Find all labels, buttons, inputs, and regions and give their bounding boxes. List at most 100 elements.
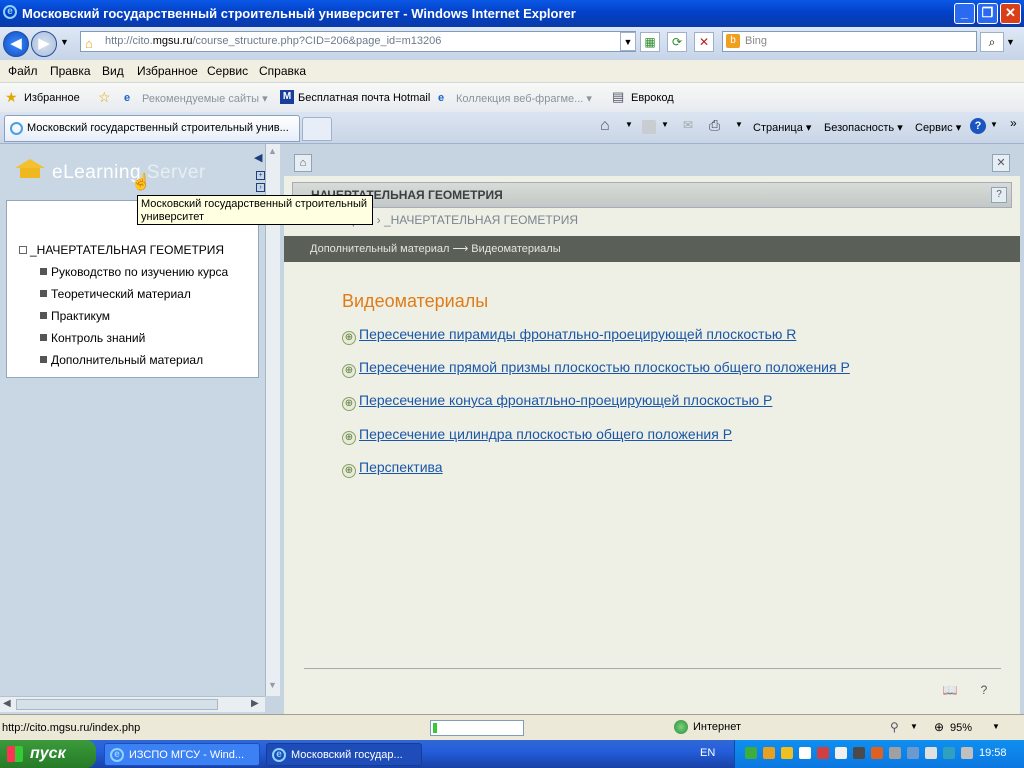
start-label: пуск	[30, 745, 66, 762]
tray-app-icon[interactable]	[763, 747, 775, 759]
video-link[interactable]: Пересечение прямой призмы плоскостью пло…	[359, 359, 850, 375]
tray-app-icon[interactable]	[817, 747, 829, 759]
tray-app-icon[interactable]	[871, 747, 883, 759]
network-icon[interactable]	[961, 747, 973, 759]
expand-tree-icon[interactable]: +	[256, 171, 265, 180]
search-button-icon[interactable]: ⌕	[980, 32, 1004, 52]
video-link-item[interactable]: ⊕ Перспектива	[342, 459, 443, 478]
left-horizontal-scrollbar[interactable]: ◀ ▶	[0, 696, 265, 712]
menu-favorites[interactable]: Избранное	[137, 64, 198, 78]
print-dropdown-icon[interactable]: ▼	[735, 120, 743, 129]
command-tools[interactable]: Сервис ▾	[915, 121, 961, 134]
video-link[interactable]: Пересечение конуса фронатльно-проецирующ…	[359, 392, 772, 408]
feeds-icon[interactable]	[642, 120, 656, 134]
tab-active[interactable]: Московский государственный строительный …	[4, 115, 300, 142]
volume-icon[interactable]	[889, 747, 901, 759]
scroll-right-icon[interactable]: ▶	[251, 698, 259, 709]
home-icon[interactable]: ⌂	[600, 117, 610, 135]
print-icon[interactable]: ⎙	[709, 117, 720, 134]
tray-app-icon[interactable]	[925, 747, 937, 759]
fav-eurocode[interactable]: Еврокод	[631, 92, 674, 104]
video-link-item[interactable]: ⊕ Пересечение пирамиды фронатльно-проецир…	[342, 326, 796, 345]
video-link-item[interactable]: ⊕ Пересечение прямой призмы плоскостью пл…	[342, 359, 850, 378]
tray-app-icon[interactable]	[835, 747, 847, 759]
clock[interactable]: 19:58	[979, 747, 1007, 759]
history-dropdown-icon[interactable]: ▼	[60, 37, 69, 47]
left-vertical-scrollbar[interactable]: ▲ ▼	[265, 144, 280, 696]
start-button[interactable]: пуск	[0, 740, 96, 768]
compatibility-view-icon[interactable]: ▦	[640, 32, 660, 52]
help-icon[interactable]: ?	[970, 118, 986, 134]
add-favorite-icon[interactable]: ☆	[98, 89, 111, 106]
video-link[interactable]: Пересечение цилиндра плоскостью общего п…	[359, 426, 732, 442]
tray-app-icon[interactable]	[907, 747, 919, 759]
protected-dropdown-icon[interactable]: ▼	[910, 722, 918, 731]
collapse-pane-icon[interactable]: ◀	[254, 151, 262, 164]
stop-icon[interactable]: ✕	[694, 32, 714, 52]
navigate-tree-icon[interactable]: ›	[256, 183, 265, 192]
more-chevron-icon[interactable]: »	[1010, 116, 1017, 130]
command-page[interactable]: Страница ▾	[753, 121, 811, 134]
fav-web-slice-gallery[interactable]: Коллекция веб-фрагме... ▾	[456, 92, 592, 105]
home-dropdown-icon[interactable]: ▼	[625, 120, 633, 129]
address-dropdown-icon[interactable]: ▼	[620, 32, 636, 51]
new-tab-button[interactable]	[302, 117, 332, 141]
restore-button[interactable]: ❐	[977, 3, 998, 24]
scroll-down-icon[interactable]: ▼	[268, 680, 277, 690]
search-input[interactable]: b Bing	[722, 31, 977, 52]
video-link[interactable]: Перспектива	[359, 459, 443, 475]
tree-item[interactable]: Контроль знаний	[40, 331, 145, 345]
tree-root[interactable]: _НАЧЕРТАТЕЛЬНАЯ ГЕОМЕТРИЯ	[19, 243, 224, 257]
zoom-level[interactable]: 95%	[950, 722, 972, 734]
address-input[interactable]: ⌂ http://cito.mgsu.ru/course_structure.p…	[80, 31, 636, 52]
video-link-item[interactable]: ⊕ Пересечение цилиндра плоскостью общего …	[342, 426, 732, 445]
tray-app-icon[interactable]	[781, 747, 793, 759]
menu-file[interactable]: Файл	[8, 64, 38, 78]
mail-icon[interactable]: ✉	[683, 118, 693, 132]
book-icon[interactable]: 📖	[942, 683, 958, 699]
scroll-left-icon[interactable]: ◀	[3, 698, 11, 709]
scroll-up-icon[interactable]: ▲	[268, 146, 277, 156]
help-icon[interactable]: ?	[991, 187, 1007, 203]
tree-item[interactable]: Теоретический материал	[40, 287, 191, 301]
menu-help[interactable]: Справка	[259, 64, 306, 78]
tree-item-label: Контроль знаний	[51, 331, 146, 345]
zoom-dropdown-icon[interactable]: ▼	[992, 722, 1000, 731]
home-icon[interactable]: ⌂	[294, 154, 312, 172]
help-pointer-icon[interactable]: ?	[976, 683, 992, 699]
protected-mode-icon[interactable]: ⚲	[890, 720, 899, 734]
feeds-dropdown-icon[interactable]: ▼	[661, 120, 669, 129]
favorites-button[interactable]: Избранное	[24, 92, 80, 104]
menu-edit[interactable]: Правка	[50, 64, 91, 78]
tree-item[interactable]: Дополнительный материал	[40, 353, 203, 367]
tree-item[interactable]: Руководство по изучению курса	[40, 265, 228, 279]
refresh-icon[interactable]: ⟳	[667, 32, 687, 52]
tray-app-icon[interactable]	[745, 747, 757, 759]
fav-suggested-sites[interactable]: Рекомендуемые сайты ▾	[142, 92, 268, 105]
menu-view[interactable]: Вид	[102, 64, 124, 78]
search-options-icon[interactable]: ▼	[1006, 37, 1015, 47]
close-pane-icon[interactable]: ✕	[992, 154, 1010, 172]
video-link-item[interactable]: ⊕ Пересечение конуса фронатльно-проецирую…	[342, 392, 772, 411]
tree-item[interactable]: Практикум	[40, 309, 110, 323]
scroll-thumb[interactable]	[16, 699, 218, 710]
minimize-button[interactable]: _	[954, 3, 975, 24]
back-button[interactable]: ◀	[3, 31, 29, 57]
command-safety[interactable]: Безопасность ▾	[824, 121, 903, 134]
menu-tools[interactable]: Сервис	[207, 64, 248, 78]
fav-hotmail[interactable]: Бесплатная почта Hotmail	[298, 92, 430, 104]
breadcrumb[interactable]: рсы › _НАЧЕРТАТЕЛЬНАЯ ГЕОМЕТРИЯ	[292, 208, 1012, 232]
forward-button[interactable]: ▶	[31, 31, 57, 57]
tray-app-icon[interactable]	[943, 747, 955, 759]
language-indicator[interactable]: EN	[700, 747, 715, 759]
taskbar-item-active[interactable]: e Московский государ...	[266, 743, 422, 766]
taskbar-item[interactable]: e ИЗСПО МГСУ - Wind...	[104, 743, 260, 766]
close-button[interactable]: ✕	[1000, 3, 1021, 24]
elearning-logo[interactable]: eLearning Server	[52, 162, 206, 184]
video-link[interactable]: Пересечение пирамиды фронатльно-проециру…	[359, 326, 796, 342]
help-dropdown-icon[interactable]: ▼	[990, 120, 998, 129]
tray-app-icon[interactable]	[853, 747, 865, 759]
tray-app-icon[interactable]	[799, 747, 811, 759]
tree-item-label: Дополнительный материал	[51, 353, 204, 367]
zoom-icon[interactable]: ⊕	[934, 720, 944, 734]
